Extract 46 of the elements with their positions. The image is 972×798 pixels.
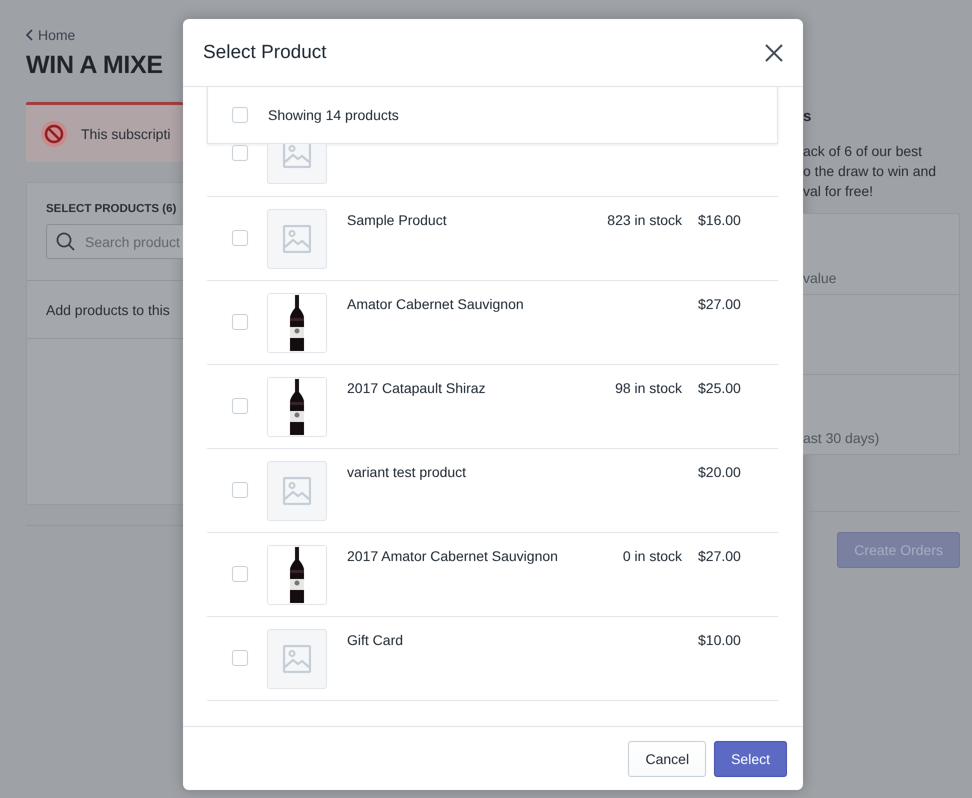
image-placeholder-icon [283,477,311,505]
image-placeholder-icon [283,225,311,253]
product-count: Showing 14 products [268,107,399,123]
checkbox[interactable] [232,482,248,498]
image-placeholder-icon [283,144,311,168]
stat-label: ast 30 days) [803,430,880,446]
checkbox[interactable] [232,566,248,582]
description-text: ack of 6 of our best [803,143,924,159]
stock-count: 98 in stock [615,380,682,396]
product-price: $16.00 [697,212,742,228]
modal-title: Select Product [203,42,327,64]
product-price: $20.00 [697,464,742,480]
product-price: $10.00 [697,632,742,648]
cancel-button[interactable]: Cancel [628,740,706,776]
close-icon[interactable] [765,44,783,62]
product-name[interactable]: 2017 Amator Cabernet Sauvignon [347,548,623,564]
checkbox[interactable] [232,230,248,246]
image-placeholder-icon [283,645,311,673]
stock-count: 0 in stock [622,548,682,564]
back-link[interactable]: Home [38,27,76,43]
search-field[interactable]: Search product [46,224,183,259]
checkbox[interactable] [232,107,248,123]
section-heading: s [803,108,812,125]
chevron-left-icon [26,29,34,41]
alert-text: This subscripti [81,126,170,142]
stock-count: 823 in stock [607,212,682,228]
description-text: val for free! [803,183,874,199]
section-heading: SELECT PRODUCTS (6) [46,203,178,215]
product-price: $25.00 [697,380,742,396]
checkbox[interactable] [232,398,248,414]
product-price: $27.00 [697,296,742,312]
page-title: WIN A MIXE [26,51,164,80]
product-name[interactable]: 2017 Catapault Shiraz [347,380,616,396]
stat-label: value [803,270,836,286]
checkbox[interactable] [232,650,248,666]
product-name[interactable]: Gift Card [347,632,682,648]
search-icon [56,232,75,251]
product-name[interactable]: variant test product [347,464,682,480]
blocked-icon [41,120,67,146]
product-name[interactable]: Amator Cabernet Sauvignon [347,296,682,312]
checkbox[interactable] [232,314,248,330]
description-text: o the draw to win and [803,163,938,179]
product-name[interactable]: Sample Product [347,212,608,228]
select-button[interactable]: Select [714,740,787,776]
product-price: $27.00 [697,548,742,564]
checkbox[interactable] [232,145,248,161]
